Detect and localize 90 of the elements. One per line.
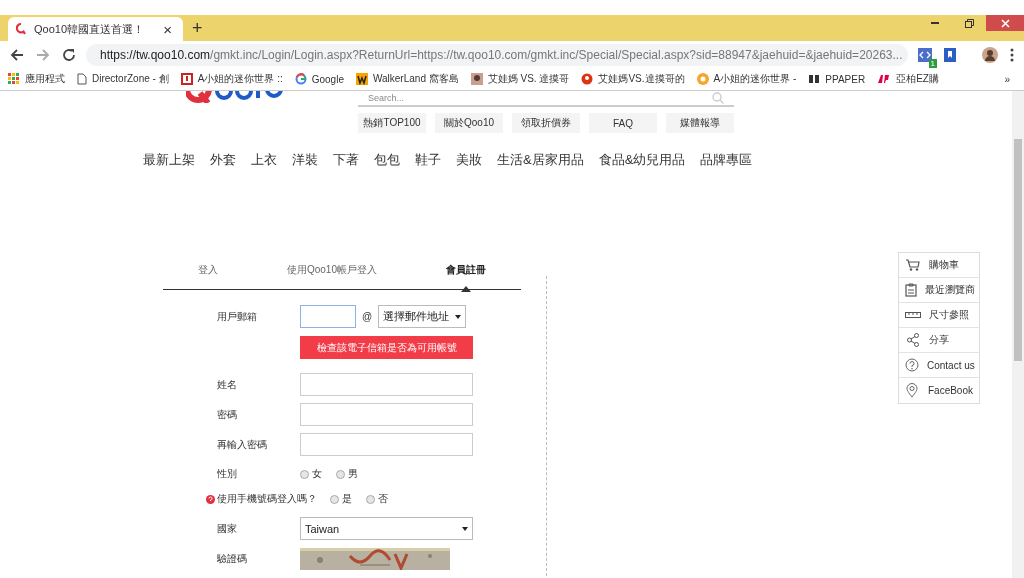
- bookmark-item[interactable]: A小姐的迷你世界 -: [696, 72, 797, 86]
- category-link[interactable]: 食品&幼兒用品: [598, 151, 686, 169]
- field-label: 國家: [217, 521, 238, 536]
- field-label: 驗證碼: [217, 552, 248, 566]
- field-label: 使用手機號碼登入嗎？: [217, 492, 317, 506]
- check-email-button[interactable]: 檢查該電子信箱是否為可用帳號: [300, 336, 473, 359]
- close-button[interactable]: [986, 15, 1024, 31]
- category-link[interactable]: 洋裝: [292, 151, 318, 169]
- dropdown-arrow-icon: [462, 526, 468, 531]
- bookmark-button[interactable]: [942, 45, 958, 64]
- header-link[interactable]: FAQ: [589, 113, 657, 133]
- bookmark-icon: [877, 74, 892, 84]
- clipboard-icon: [905, 283, 917, 297]
- field-label: 用戶郵箱: [217, 309, 258, 324]
- radio-option[interactable]: 是: [330, 492, 352, 506]
- bookmark-item[interactable]: A小姐的迷你世界 ::: [180, 72, 283, 86]
- photo-icon: [470, 73, 483, 85]
- login-tab[interactable]: 會員註冊: [442, 261, 491, 279]
- radio-button[interactable]: [366, 494, 375, 504]
- email-domain-select[interactable]: 選擇郵件地址: [378, 305, 467, 328]
- new-tab-button[interactable]: +: [189, 17, 206, 39]
- radio-button[interactable]: [336, 469, 345, 479]
- minimize-icon: [931, 22, 939, 24]
- country-select[interactable]: Taiwan: [300, 517, 473, 540]
- input-field[interactable]: [300, 403, 473, 426]
- more-bookmarks-button[interactable]: »: [998, 72, 1016, 86]
- radio-option[interactable]: 男: [336, 467, 358, 481]
- header-link[interactable]: 熱銷TOP100: [358, 113, 426, 133]
- category-link[interactable]: 美妝: [456, 151, 482, 169]
- bookmark-icon: [180, 73, 193, 85]
- radio-option[interactable]: 女: [300, 467, 322, 481]
- restore-icon: [964, 18, 974, 28]
- ruler-icon: [905, 311, 921, 319]
- cart-icon: [906, 259, 920, 271]
- page-icon: [77, 73, 87, 85]
- bookmark-item[interactable]: WalkerLand 窩客島: [355, 72, 459, 86]
- field-label: 密碼: [217, 407, 238, 422]
- bookmark-item[interactable]: PPAPER: [808, 73, 866, 85]
- field-label: 姓名: [217, 377, 238, 392]
- share-icon: [907, 333, 919, 347]
- header-link[interactable]: 關於Qoo10: [435, 113, 503, 133]
- category-link[interactable]: 上衣: [251, 151, 277, 169]
- category-link[interactable]: 下著: [333, 151, 359, 169]
- help-icon: [905, 358, 919, 372]
- at-sign: @: [362, 311, 373, 322]
- bookmark-item[interactable]: 艾娃媽VS.達摸哥的: [581, 72, 685, 86]
- category-link[interactable]: 外套: [210, 151, 236, 169]
- qoo10-icon: [16, 23, 26, 35]
- bookmark-item[interactable]: 亞柏EZ購: [877, 72, 939, 86]
- pin-icon: [581, 73, 594, 85]
- browser-tab[interactable]: Qoo10韓國直送首選！ ×: [8, 17, 183, 41]
- search-field[interactable]: Search...: [358, 91, 734, 107]
- apps-icon: [8, 73, 20, 85]
- google-icon: [294, 73, 307, 85]
- location-pin-icon: [906, 383, 919, 398]
- category-link[interactable]: 品牌專區: [700, 151, 753, 169]
- radio-button[interactable]: [300, 469, 309, 479]
- close-icon: [1000, 18, 1010, 28]
- bookmark-icon: [696, 73, 709, 85]
- bookmark-icon: [808, 73, 821, 85]
- category-link[interactable]: 最新上架: [143, 151, 195, 169]
- address-bar[interactable]: https://tw.qoo10.com/gmkt.inc/Login/Login.aspx?ReturnUrl=https://tw.qoo10.com/gmkt.inc/Special/Special.aspx?sid=88947&jaehuid=&jaehuid=20263...: [86, 43, 908, 66]
- tab-title: Qoo10韓國直送首選！: [34, 21, 146, 37]
- input-field[interactable]: [300, 433, 473, 456]
- bookmark-item[interactable]: 艾娃媽 VS. 達摸哥: [470, 72, 570, 86]
- field-label: 再輸入密碼: [217, 437, 268, 452]
- category-link[interactable]: 生活&居家用品: [497, 151, 584, 169]
- close-tab-button[interactable]: ×: [160, 20, 175, 38]
- code-icon: [918, 47, 932, 62]
- dropdown-arrow-icon: [455, 314, 462, 319]
- input-field[interactable]: [300, 373, 473, 396]
- category-link[interactable]: 包包: [374, 151, 400, 169]
- login-tab[interactable]: 登入: [193, 261, 222, 279]
- profile-button[interactable]: [980, 44, 1000, 65]
- url-text: https://tw.qoo10.com/gmkt.inc/Login/Login.aspx?ReturnUrl=https://tw.qoo10.com/gmkt.inc/Special/Special.aspx?sid=88947&jaehuid=&jaehuid=20263...: [100, 47, 903, 62]
- header-link[interactable]: 領取折價券: [512, 113, 580, 133]
- bookmark-item[interactable]: Google: [294, 73, 344, 85]
- scrollbar[interactable]: [1012, 91, 1024, 578]
- category-link[interactable]: 鞋子: [415, 151, 441, 169]
- radio-button[interactable]: [330, 494, 339, 504]
- field-label: 性別: [217, 467, 238, 481]
- extension-badge: 1: [928, 58, 937, 68]
- bookmark-item[interactable]: 應用程式: [8, 72, 65, 86]
- radio-option[interactable]: 否: [366, 492, 388, 506]
- bookmark-item[interactable]: DirectorZone - 創: [77, 72, 169, 86]
- login-tab[interactable]: 使用Qoo10帳戶登入: [282, 261, 381, 279]
- header-link[interactable]: 媒體報導: [666, 113, 734, 133]
- extension-button[interactable]: 1: [916, 45, 934, 64]
- email-input[interactable]: [300, 305, 356, 328]
- bookmark-icon: [355, 73, 368, 85]
